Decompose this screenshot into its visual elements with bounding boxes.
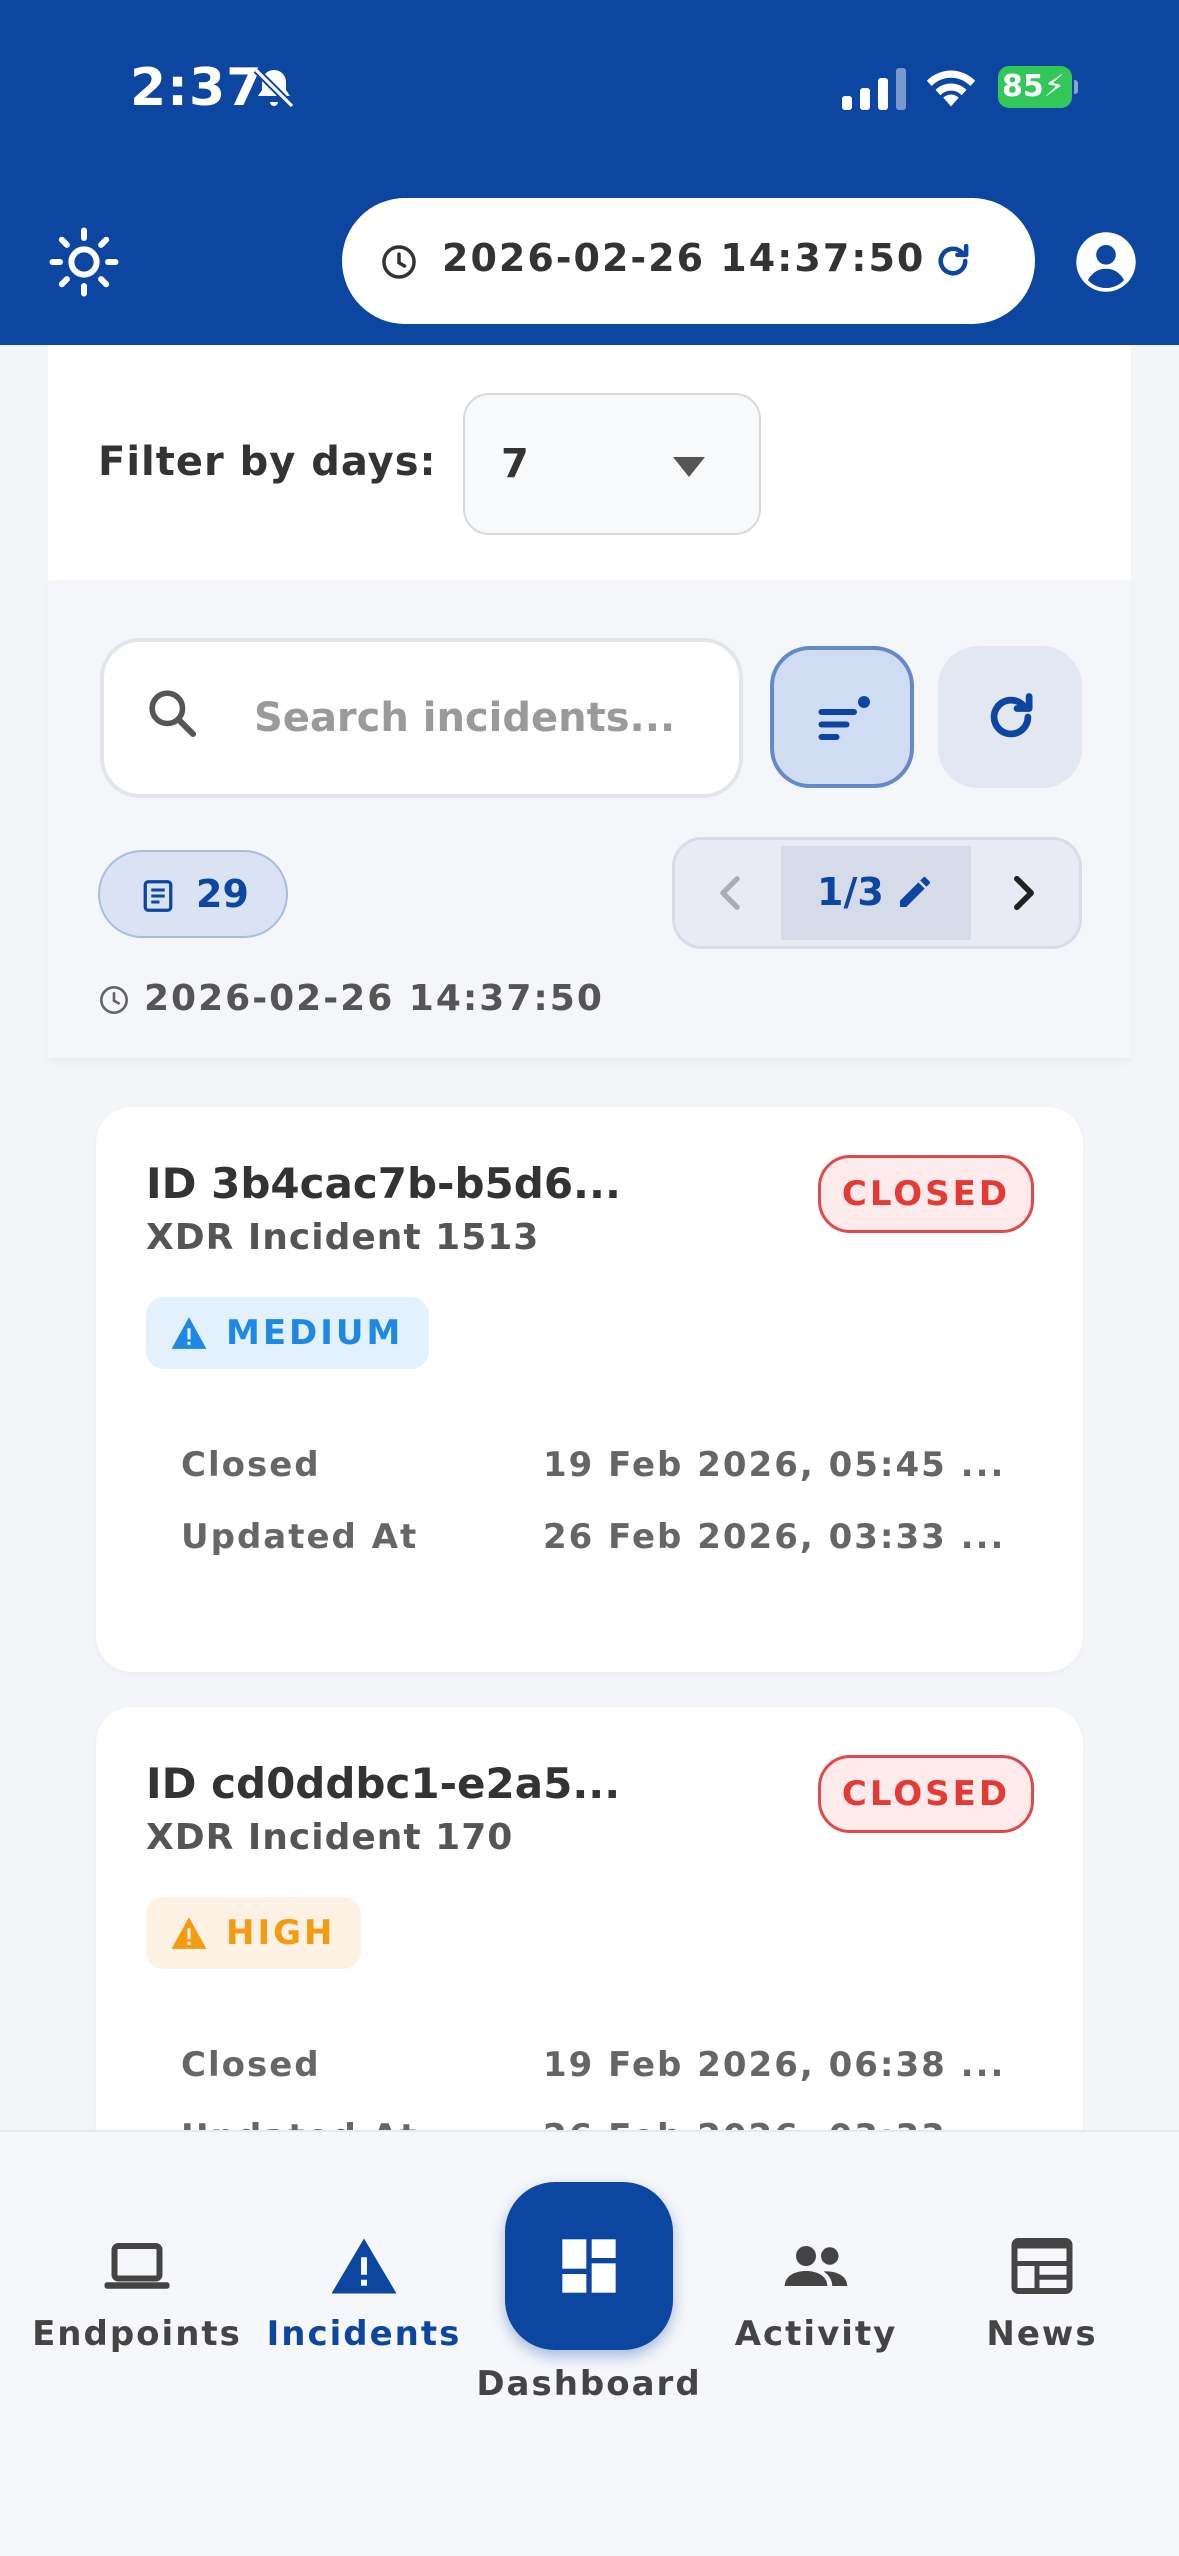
detail-value: 19 Feb 2026, 06:38 ... (543, 2045, 1006, 2085)
bottom-navigation: Endpoints Incidents Dashboard Activity N… (0, 2130, 1179, 2556)
refresh-icon[interactable] (932, 240, 974, 282)
datetime-pill[interactable]: 2026-02-26 14:37:50 (342, 198, 1035, 324)
warning-icon (171, 1317, 207, 1349)
caret-down-icon (673, 457, 705, 477)
document-icon (143, 880, 173, 912)
cellular-signal-icon (842, 68, 906, 110)
incident-count-badge: 29 (98, 850, 288, 938)
nav-label: Activity (734, 2314, 898, 2354)
chevron-left-icon (720, 876, 740, 910)
dashboard-button[interactable] (505, 2182, 673, 2350)
detail-row: Updated At 26 Feb 2026, 03:33 ... (181, 1517, 1061, 1567)
nav-item-activity[interactable]: Activity (701, 2132, 931, 2392)
nav-label: Endpoints (32, 2314, 242, 2354)
filter-button[interactable] (770, 646, 914, 788)
severity-label: HIGH (226, 1913, 336, 1953)
current-datetime: 2026-02-26 14:37:50 (442, 236, 926, 280)
severity-badge: MEDIUM (146, 1297, 430, 1369)
refresh-icon (990, 693, 1033, 738)
incident-title: XDR Incident 170 (146, 1817, 514, 1858)
days-select[interactable]: 7 (463, 393, 761, 535)
warning-icon (171, 1917, 207, 1949)
status-badge: CLOSED (818, 1755, 1034, 1833)
detail-label: Closed (181, 2045, 321, 2085)
battery-level: 85 (1002, 69, 1044, 104)
filter-card: Filter by days: 7 (48, 345, 1131, 580)
account-icon[interactable] (1075, 231, 1137, 293)
nav-item-endpoints[interactable]: Endpoints (22, 2132, 252, 2392)
newspaper-icon (1011, 2238, 1073, 2294)
people-icon (784, 2246, 848, 2286)
battery-indicator: 85⚡ (998, 66, 1078, 108)
clock-icon (100, 986, 128, 1014)
detail-row: Closed 19 Feb 2026, 05:45 ... (181, 1445, 1061, 1495)
filter-label: Filter by days: (98, 439, 437, 485)
severity-label: MEDIUM (226, 1313, 404, 1353)
page-indicator[interactable]: 1/3 (781, 846, 971, 940)
wifi-icon (926, 70, 976, 107)
detail-value: 26 Feb 2026, 03:33 ... (543, 1517, 1006, 1557)
page-label: 1/3 (817, 870, 884, 914)
clock-icon (382, 245, 416, 279)
incident-id: ID cd0ddbc1-e2a5... (146, 1759, 621, 1808)
detail-label: Closed (181, 1445, 321, 1485)
nav-label-dashboard[interactable]: Dashboard (460, 2364, 718, 2404)
last-updated-text: 2026-02-26 14:37:50 (144, 978, 604, 1019)
incident-card[interactable]: ID 3b4cac7b-b5d6... XDR Incident 1513 CL… (96, 1107, 1083, 1672)
incident-count: 29 (196, 872, 249, 916)
sun-icon[interactable] (48, 226, 120, 298)
detail-row: Closed 19 Feb 2026, 06:38 ... (181, 2045, 1061, 2095)
search-box[interactable] (100, 638, 743, 798)
pencil-icon (900, 876, 930, 907)
search-icon (149, 690, 197, 738)
next-page-button[interactable] (971, 840, 1079, 946)
laptop-icon (104, 2243, 170, 2289)
chevron-right-icon (1014, 875, 1034, 911)
nav-item-news[interactable]: News (927, 2132, 1157, 2392)
search-input[interactable] (254, 678, 694, 758)
nav-label: News (986, 2314, 1098, 2354)
nav-label: Incidents (266, 2314, 462, 2354)
detail-value: 19 Feb 2026, 05:45 ... (543, 1445, 1006, 1485)
severity-badge: HIGH (146, 1897, 362, 1969)
warning-icon (331, 2238, 397, 2294)
status-badge: CLOSED (818, 1155, 1034, 1233)
nav-item-incidents[interactable]: Incidents (249, 2132, 479, 2392)
incidents-toolbar: 29 1/3 2026-02-26 14:37:50 (48, 580, 1131, 1058)
filter-list-icon (818, 693, 873, 740)
bell-slash-icon (253, 67, 295, 109)
dashboard-icon (562, 2239, 616, 2293)
incident-id: ID 3b4cac7b-b5d6... (146, 1159, 621, 1208)
previous-page-button[interactable] (675, 840, 785, 946)
pagination: 1/3 (672, 837, 1082, 949)
incident-title: XDR Incident 1513 (146, 1217, 540, 1258)
status-time: 2:37 (130, 58, 264, 118)
detail-label: Updated At (181, 1517, 419, 1557)
app-header: 2:37 85⚡ 2026-02-26 14:37:50 (0, 0, 1179, 345)
days-value: 7 (501, 441, 529, 487)
reload-button[interactable] (938, 646, 1082, 788)
